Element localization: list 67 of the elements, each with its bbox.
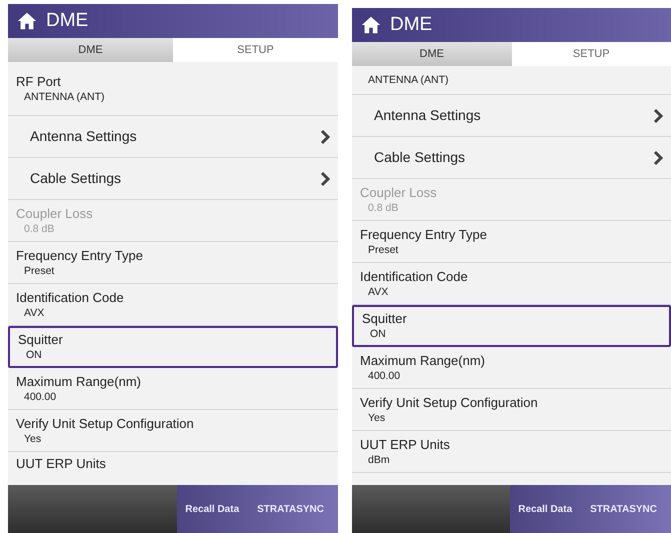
setting-value: 0.8 dB	[367, 200, 400, 216]
setting-row[interactable]: ANTENNA (ANT)	[352, 66, 671, 95]
setting-label: Coupler Loss	[360, 184, 438, 200]
menu-label: Antenna Settings	[30, 127, 137, 146]
footer-button[interactable]: STRATASYNC	[582, 485, 665, 533]
setting-row[interactable]: Identification Code AVX	[8, 284, 338, 326]
setting-row[interactable]: Verify Unit Setup Configuration Yes	[352, 389, 671, 431]
setting-row[interactable]: Squitter ON	[8, 326, 338, 368]
setting-value: ON	[369, 327, 387, 342]
setting-value: 400.00	[367, 368, 402, 384]
setting-value: 400.00	[23, 390, 58, 404]
screen-title: DME	[390, 12, 432, 37]
menu-row[interactable]: Antenna Settings	[352, 95, 671, 137]
setting-value: ANTENNA (ANT)	[23, 90, 106, 104]
setting-label: Frequency Entry Type	[360, 226, 488, 242]
setting-row[interactable]: Squitter ON	[352, 305, 671, 347]
setting-label: RF Port	[16, 72, 62, 90]
footer-button[interactable]: Recall Data	[510, 485, 580, 533]
menu-label: Antenna Settings	[374, 106, 481, 125]
setting-value: dBm	[367, 452, 391, 468]
setting-value: Yes	[367, 410, 386, 426]
tab[interactable]: SETUP	[173, 38, 338, 62]
setting-value: AVX	[23, 306, 46, 320]
footer-button[interactable]: STRATASYNC	[249, 485, 332, 533]
setting-row[interactable]: Identification Code AVX	[352, 263, 671, 305]
setting-row[interactable]: Verify Unit Setup Configuration Yes	[8, 410, 338, 452]
setting-row[interactable]: Frequency Entry Type Preset	[8, 242, 338, 284]
screen-title: DME	[46, 8, 88, 33]
chevron-right-icon	[320, 128, 330, 144]
chevron-right-icon	[653, 150, 663, 166]
setting-value: Preset	[23, 264, 56, 278]
setting-row[interactable]: Maximum Range(nm) 400.00	[352, 347, 671, 389]
home-icon[interactable]	[16, 10, 38, 32]
setting-label: Verify Unit Setup Configuration	[360, 394, 539, 410]
menu-row[interactable]: Cable Settings	[352, 137, 671, 179]
setting-row[interactable]: RF Port ANTENNA (ANT)	[8, 62, 338, 116]
setting-value: 0.8 dB	[23, 222, 56, 236]
setting-label: Frequency Entry Type	[16, 246, 144, 264]
setting-value: Preset	[367, 242, 400, 258]
menu-label: Cable Settings	[374, 148, 466, 167]
setting-value: Yes	[23, 432, 42, 446]
setting-label: UUT ERP Units	[360, 436, 451, 452]
tab[interactable]: SETUP	[512, 42, 671, 66]
menu-label: Cable Settings	[30, 169, 122, 188]
setting-label: Coupler Loss	[16, 204, 94, 222]
setting-value: AVX	[367, 284, 390, 300]
chevron-right-icon	[653, 108, 663, 124]
setting-label: Maximum Range(nm)	[16, 372, 142, 390]
setting-row[interactable]: Frequency Entry Type Preset	[352, 221, 671, 263]
menu-row[interactable]: Cable Settings	[8, 158, 338, 200]
setting-row[interactable]: Maximum Range(nm) 400.00	[8, 368, 338, 410]
tab[interactable]: DME	[352, 42, 512, 66]
home-icon[interactable]	[360, 14, 382, 36]
chevron-right-icon	[320, 170, 330, 186]
setting-label: UUT ERP Units	[16, 455, 107, 472]
footer-button[interactable]: Recall Data	[177, 485, 248, 533]
tab[interactable]: DME	[8, 38, 173, 62]
setting-value: ON	[25, 348, 43, 363]
setting-label: Maximum Range(nm)	[360, 352, 486, 368]
menu-row[interactable]: Antenna Settings	[8, 116, 338, 158]
setting-label: Identification Code	[16, 288, 125, 306]
setting-label: Identification Code	[360, 268, 469, 284]
setting-label: Verify Unit Setup Configuration	[16, 414, 195, 432]
setting-label: Squitter	[18, 331, 64, 348]
setting-value: ANTENNA (ANT)	[367, 72, 450, 88]
setting-row[interactable]: UUT ERP Units dBm	[352, 431, 671, 473]
setting-label: Squitter	[362, 310, 408, 327]
